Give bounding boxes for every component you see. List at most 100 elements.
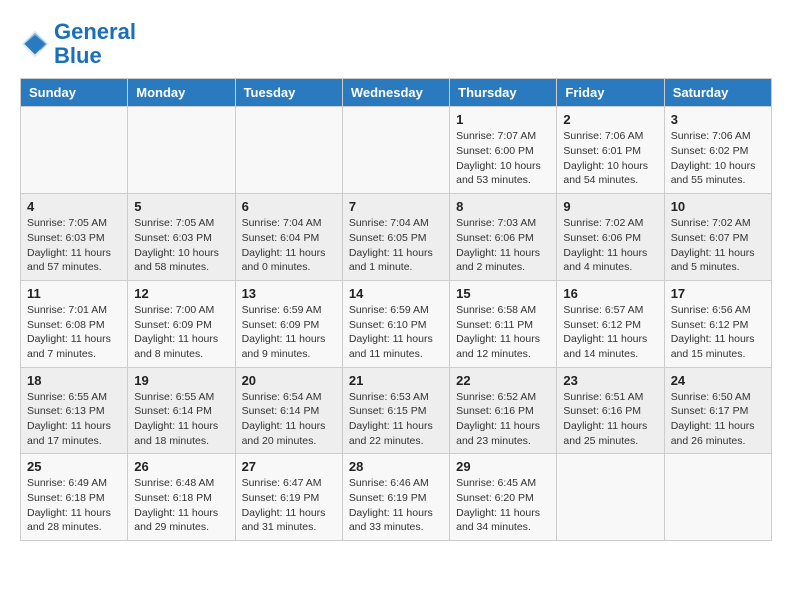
day-header-saturday: Saturday [664, 79, 771, 107]
day-number: 17 [671, 286, 765, 301]
day-info: Sunrise: 6:50 AM Sunset: 6:17 PM Dayligh… [671, 390, 765, 449]
day-info: Sunrise: 6:51 AM Sunset: 6:16 PM Dayligh… [563, 390, 657, 449]
day-info: Sunrise: 6:48 AM Sunset: 6:18 PM Dayligh… [134, 476, 228, 535]
day-number: 2 [563, 112, 657, 127]
day-header-wednesday: Wednesday [342, 79, 449, 107]
day-info: Sunrise: 7:05 AM Sunset: 6:03 PM Dayligh… [134, 216, 228, 275]
calendar-cell [664, 454, 771, 541]
calendar-cell: 16 Sunrise: 6:57 AM Sunset: 6:12 PM Dayli… [557, 280, 664, 367]
calendar-body: 1Sunrise: 7:07 AM Sunset: 6:00 PM Daylig… [21, 107, 772, 541]
day-info: Sunrise: 6:45 AM Sunset: 6:20 PM Dayligh… [456, 476, 550, 535]
day-info: Sunrise: 6:52 AM Sunset: 6:16 PM Dayligh… [456, 390, 550, 449]
day-info: Sunrise: 6:53 AM Sunset: 6:15 PM Dayligh… [349, 390, 443, 449]
calendar-cell [557, 454, 664, 541]
calendar-header: SundayMondayTuesdayWednesdayThursdayFrid… [21, 79, 772, 107]
calendar-cell: 5 Sunrise: 7:05 AM Sunset: 6:03 PM Daylig… [128, 194, 235, 281]
day-info: Sunrise: 6:58 AM Sunset: 6:11 PM Dayligh… [456, 303, 550, 362]
calendar-cell: 13 Sunrise: 6:59 AM Sunset: 6:09 PM Dayli… [235, 280, 342, 367]
day-number: 9 [563, 199, 657, 214]
day-header-friday: Friday [557, 79, 664, 107]
day-info: Sunrise: 6:55 AM Sunset: 6:13 PM Dayligh… [27, 390, 121, 449]
day-number: 13 [242, 286, 336, 301]
day-info: Sunrise: 6:59 AM Sunset: 6:09 PM Dayligh… [242, 303, 336, 362]
calendar-table: SundayMondayTuesdayWednesdayThursdayFrid… [20, 78, 772, 541]
calendar-cell [235, 107, 342, 194]
calendar-cell: 20Sunrise: 6:54 AM Sunset: 6:14 PM Dayli… [235, 367, 342, 454]
logo-icon [20, 29, 50, 59]
day-number: 27 [242, 459, 336, 474]
day-info: Sunrise: 6:56 AM Sunset: 6:12 PM Dayligh… [671, 303, 765, 362]
day-number: 19 [134, 373, 228, 388]
day-number: 29 [456, 459, 550, 474]
day-number: 24 [671, 373, 765, 388]
day-info: Sunrise: 6:55 AM Sunset: 6:14 PM Dayligh… [134, 390, 228, 449]
calendar-cell: 11 Sunrise: 7:01 AM Sunset: 6:08 PM Dayli… [21, 280, 128, 367]
calendar-cell: 9Sunrise: 7:02 AM Sunset: 6:06 PM Daylig… [557, 194, 664, 281]
day-info: Sunrise: 7:06 AM Sunset: 6:02 PM Dayligh… [671, 129, 765, 188]
day-info: Sunrise: 7:06 AM Sunset: 6:01 PM Dayligh… [563, 129, 657, 188]
day-number: 23 [563, 373, 657, 388]
calendar-cell: 12Sunrise: 7:00 AM Sunset: 6:09 PM Dayli… [128, 280, 235, 367]
calendar-cell: 23 Sunrise: 6:51 AM Sunset: 6:16 PM Dayli… [557, 367, 664, 454]
calendar-cell [342, 107, 449, 194]
calendar-week-4: 25 Sunrise: 6:49 AM Sunset: 6:18 PM Dayli… [21, 454, 772, 541]
day-number: 12 [134, 286, 228, 301]
day-header-monday: Monday [128, 79, 235, 107]
day-number: 18 [27, 373, 121, 388]
day-info: Sunrise: 7:04 AM Sunset: 6:04 PM Dayligh… [242, 216, 336, 275]
day-header-thursday: Thursday [450, 79, 557, 107]
day-info: Sunrise: 7:07 AM Sunset: 6:00 PM Dayligh… [456, 129, 550, 188]
calendar-week-0: 1Sunrise: 7:07 AM Sunset: 6:00 PM Daylig… [21, 107, 772, 194]
day-info: Sunrise: 6:57 AM Sunset: 6:12 PM Dayligh… [563, 303, 657, 362]
calendar-week-2: 11 Sunrise: 7:01 AM Sunset: 6:08 PM Dayli… [21, 280, 772, 367]
calendar-cell [21, 107, 128, 194]
calendar-week-3: 18 Sunrise: 6:55 AM Sunset: 6:13 PM Dayli… [21, 367, 772, 454]
day-number: 4 [27, 199, 121, 214]
day-number: 21 [349, 373, 443, 388]
day-info: Sunrise: 7:05 AM Sunset: 6:03 PM Dayligh… [27, 216, 121, 275]
calendar-cell: 2 Sunrise: 7:06 AM Sunset: 6:01 PM Daylig… [557, 107, 664, 194]
day-number: 14 [349, 286, 443, 301]
page-header: GeneralBlue [20, 20, 772, 68]
day-header-sunday: Sunday [21, 79, 128, 107]
calendar-cell: 17 Sunrise: 6:56 AM Sunset: 6:12 PM Dayli… [664, 280, 771, 367]
day-number: 28 [349, 459, 443, 474]
day-number: 6 [242, 199, 336, 214]
day-info: Sunrise: 6:54 AM Sunset: 6:14 PM Dayligh… [242, 390, 336, 449]
calendar-cell: 28 Sunrise: 6:46 AM Sunset: 6:19 PM Dayli… [342, 454, 449, 541]
calendar-cell [128, 107, 235, 194]
day-info: Sunrise: 6:46 AM Sunset: 6:19 PM Dayligh… [349, 476, 443, 535]
day-number: 25 [27, 459, 121, 474]
logo-text: GeneralBlue [54, 20, 136, 68]
day-number: 7 [349, 199, 443, 214]
day-info: Sunrise: 7:01 AM Sunset: 6:08 PM Dayligh… [27, 303, 121, 362]
day-number: 8 [456, 199, 550, 214]
day-info: Sunrise: 6:59 AM Sunset: 6:10 PM Dayligh… [349, 303, 443, 362]
day-header-row: SundayMondayTuesdayWednesdayThursdayFrid… [21, 79, 772, 107]
calendar-cell: 6 Sunrise: 7:04 AM Sunset: 6:04 PM Daylig… [235, 194, 342, 281]
day-info: Sunrise: 7:02 AM Sunset: 6:07 PM Dayligh… [671, 216, 765, 275]
logo: GeneralBlue [20, 20, 136, 68]
day-number: 15 [456, 286, 550, 301]
day-header-tuesday: Tuesday [235, 79, 342, 107]
calendar-cell: 7Sunrise: 7:04 AM Sunset: 6:05 PM Daylig… [342, 194, 449, 281]
calendar-cell: 1Sunrise: 7:07 AM Sunset: 6:00 PM Daylig… [450, 107, 557, 194]
calendar-cell: 19 Sunrise: 6:55 AM Sunset: 6:14 PM Dayli… [128, 367, 235, 454]
day-info: Sunrise: 7:03 AM Sunset: 6:06 PM Dayligh… [456, 216, 550, 275]
calendar-cell: 10 Sunrise: 7:02 AM Sunset: 6:07 PM Dayli… [664, 194, 771, 281]
calendar-cell: 3 Sunrise: 7:06 AM Sunset: 6:02 PM Daylig… [664, 107, 771, 194]
calendar-cell: 24 Sunrise: 6:50 AM Sunset: 6:17 PM Dayli… [664, 367, 771, 454]
day-info: Sunrise: 6:49 AM Sunset: 6:18 PM Dayligh… [27, 476, 121, 535]
calendar-cell: 8 Sunrise: 7:03 AM Sunset: 6:06 PM Daylig… [450, 194, 557, 281]
calendar-cell: 15 Sunrise: 6:58 AM Sunset: 6:11 PM Dayli… [450, 280, 557, 367]
day-number: 26 [134, 459, 228, 474]
calendar-cell: 22Sunrise: 6:52 AM Sunset: 6:16 PM Dayli… [450, 367, 557, 454]
day-info: Sunrise: 6:47 AM Sunset: 6:19 PM Dayligh… [242, 476, 336, 535]
day-number: 5 [134, 199, 228, 214]
calendar-cell: 27 Sunrise: 6:47 AM Sunset: 6:19 PM Dayli… [235, 454, 342, 541]
day-number: 10 [671, 199, 765, 214]
day-number: 16 [563, 286, 657, 301]
day-number: 11 [27, 286, 121, 301]
day-number: 3 [671, 112, 765, 127]
calendar-cell: 18 Sunrise: 6:55 AM Sunset: 6:13 PM Dayli… [21, 367, 128, 454]
